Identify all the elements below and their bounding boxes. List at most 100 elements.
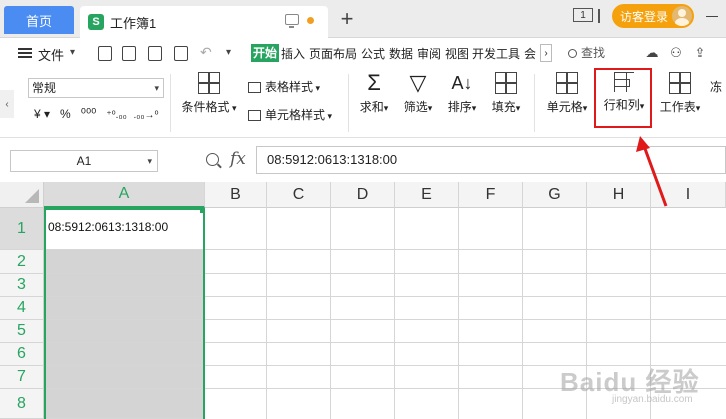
chevron-down-icon: ▾: [515, 103, 521, 113]
annotation-highlight-box: [594, 68, 652, 128]
file-menu[interactable]: 文件: [38, 45, 64, 64]
print-icon[interactable]: [148, 46, 162, 61]
divider: [534, 74, 535, 132]
tab-member[interactable]: 会: [524, 45, 536, 62]
worksheet-icon: [669, 72, 691, 94]
table-style-button[interactable]: 表格样式 ▾: [248, 78, 320, 95]
chevron-down-icon: ▾: [147, 156, 152, 166]
fill-button[interactable]: 填充▾: [486, 72, 526, 115]
worksheet-label: 工作表: [659, 100, 696, 114]
cell-style-button[interactable]: 单元格样式 ▾: [248, 106, 332, 123]
name-box-value: A1: [76, 154, 92, 168]
tab-data[interactable]: 数据: [389, 45, 413, 62]
sort-button[interactable]: A↓ 排序▾: [442, 72, 482, 115]
cell-button[interactable]: 单元格▾: [540, 72, 594, 115]
more-tabs-icon[interactable]: ›: [540, 44, 552, 62]
tab-start[interactable]: 开始: [251, 44, 280, 62]
grid-row: [205, 250, 726, 274]
fill-handle[interactable]: [200, 208, 205, 213]
thousands-icon[interactable]: ⁰⁰⁰: [81, 106, 97, 121]
add-user-icon[interactable]: ⚇: [668, 45, 684, 60]
tab-view[interactable]: 视图: [445, 45, 469, 62]
save-icon[interactable]: [98, 46, 112, 61]
column-header[interactable]: A: [44, 182, 205, 208]
window-bar-icon: [598, 9, 600, 23]
watermark-url: jingyan.baidu.com: [612, 394, 693, 405]
chevron-down-icon: ▾: [325, 111, 333, 121]
row-header[interactable]: 4: [0, 297, 44, 320]
row-header[interactable]: 6: [0, 343, 44, 366]
tab-formulas[interactable]: 公式: [361, 45, 385, 62]
freeze-panes-button[interactable]: 冻: [710, 78, 722, 95]
column-header[interactable]: D: [331, 182, 395, 208]
chevron-down-icon: ▾: [70, 47, 76, 58]
filter-icon: ▽: [409, 70, 427, 95]
chevron-down-icon: ▾: [471, 103, 477, 113]
row-header[interactable]: 8: [0, 389, 44, 419]
percent-icon[interactable]: %: [60, 107, 71, 121]
tab-workbook[interactable]: S 工作簿1: [80, 6, 328, 38]
formula-bar: A1 ▾ fx 08:5912:0613:1318:00: [0, 138, 726, 182]
sort-label: 排序: [447, 100, 472, 114]
export-icon[interactable]: [122, 46, 136, 61]
column-header[interactable]: F: [459, 182, 523, 208]
conditional-format-label: 条件格式: [181, 100, 230, 114]
undo-icon[interactable]: ↶: [200, 44, 212, 61]
minimize-icon[interactable]: [706, 16, 718, 17]
search-label: 查找: [581, 46, 606, 60]
decrease-decimal-icon[interactable]: .₀₀→⁰: [133, 110, 158, 121]
spreadsheet-icon: S: [88, 14, 104, 30]
currency-icon[interactable]: ¥ ▾: [34, 107, 50, 121]
tab-developer[interactable]: 开发工具: [472, 45, 520, 62]
select-all-corner[interactable]: [0, 182, 44, 208]
hamburger-menu-icon[interactable]: [18, 48, 32, 58]
number-format-select[interactable]: 常规 ▾: [28, 78, 164, 98]
chevron-down-icon[interactable]: ▾: [226, 47, 231, 58]
divider: [170, 74, 171, 132]
annotation-arrow-icon: [636, 136, 668, 207]
filter-label: 筛选: [403, 100, 428, 114]
row-header[interactable]: 1: [0, 208, 44, 250]
row-header[interactable]: 2: [0, 250, 44, 274]
column-header[interactable]: C: [267, 182, 331, 208]
grid-row: [205, 297, 726, 320]
table-style-icon: [248, 82, 261, 93]
share-icon[interactable]: ⇪: [692, 45, 708, 60]
ribbon-scroll-left-icon[interactable]: ‹: [0, 90, 14, 118]
tab-page-layout[interactable]: 页面布局: [309, 45, 357, 62]
column-header[interactable]: E: [395, 182, 459, 208]
unsaved-dot-icon: [307, 17, 314, 24]
row-header[interactable]: 7: [0, 366, 44, 389]
increase-decimal-icon[interactable]: ⁺⁰.₀₀: [106, 110, 126, 121]
chevron-down-icon: ▾: [154, 83, 159, 93]
cloud-icon[interactable]: ☁: [644, 45, 660, 60]
filter-button[interactable]: ▽ 筛选▾: [398, 72, 438, 115]
chevron-down-icon: ▾: [582, 103, 588, 113]
divider: [348, 74, 349, 132]
tab-home[interactable]: 首页: [4, 6, 74, 34]
search-button[interactable]: 查找: [568, 44, 605, 61]
window-count-icon[interactable]: 1: [573, 8, 593, 22]
selection-border: [44, 208, 205, 419]
row-header[interactable]: 3: [0, 274, 44, 297]
fill-icon: [495, 72, 517, 94]
insert-function-button[interactable]: fx: [230, 149, 246, 169]
column-header[interactable]: B: [205, 182, 267, 208]
tab-insert[interactable]: 插入: [281, 45, 305, 62]
zoom-icon[interactable]: [206, 153, 219, 166]
conditional-format-button[interactable]: 条件格式 ▾: [178, 72, 240, 115]
guest-login-button[interactable]: 访客登录: [612, 4, 694, 28]
column-header[interactable]: G: [523, 182, 587, 208]
new-tab-button[interactable]: +: [336, 6, 358, 32]
print-preview-icon[interactable]: [174, 46, 188, 61]
worksheet-button[interactable]: 工作表▾: [654, 72, 706, 115]
monitor-icon[interactable]: [285, 14, 299, 28]
row-header[interactable]: 5: [0, 320, 44, 343]
tab-review[interactable]: 审阅: [417, 45, 441, 62]
sum-button[interactable]: Σ 求和▾: [354, 72, 394, 115]
name-box[interactable]: A1 ▾: [10, 150, 158, 172]
chevron-down-icon: ▾: [427, 103, 433, 113]
chevron-down-icon: ▾: [695, 103, 701, 113]
grid-line: [266, 208, 267, 419]
ribbon: ‹ 常规 ▾ ¥ ▾ % ⁰⁰⁰ ⁺⁰.₀₀ .₀₀→⁰ 条件格式 ▾ 表格样式…: [0, 68, 726, 138]
